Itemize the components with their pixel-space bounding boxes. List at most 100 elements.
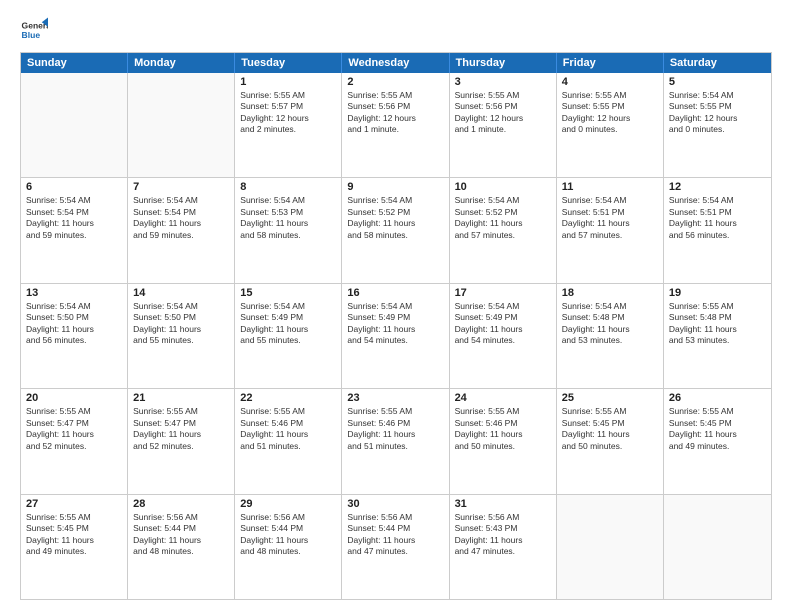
svg-text:Blue: Blue (22, 30, 41, 40)
header-day-wednesday: Wednesday (342, 53, 449, 73)
cal-cell: 22Sunrise: 5:55 AM Sunset: 5:46 PM Dayli… (235, 389, 342, 493)
day-number: 26 (669, 392, 766, 404)
day-number: 12 (669, 181, 766, 193)
cal-cell: 26 Sunrise: 5:55 AM Sunset: 5:45 PM Dayli… (664, 389, 771, 493)
page: General Blue SundayMondayTuesdayWednesda… (0, 0, 792, 612)
day-info: Sunrise: 5:55 AM Sunset: 5:57 PM Dayligh… (240, 90, 336, 136)
day-number: 4 (562, 76, 658, 88)
day-info: Sunrise: 5:55 AM Sunset: 5:45 PM Dayligh… (669, 406, 766, 452)
day-number: 5 (669, 76, 766, 88)
cal-cell: 10 Sunrise: 5:54 AM Sunset: 5:52 PM Dayli… (450, 178, 557, 282)
logo: General Blue (20, 16, 48, 44)
day-info: Sunrise: 5:54 AM Sunset: 5:52 PM Dayligh… (455, 195, 551, 241)
cal-cell: 2 Sunrise: 5:55 AM Sunset: 5:56 PM Daylig… (342, 73, 449, 177)
day-number: 3 (455, 76, 551, 88)
day-number: 19 (669, 287, 766, 299)
header-day-saturday: Saturday (664, 53, 771, 73)
week-row-0: 1 Sunrise: 5:55 AM Sunset: 5:57 PM Daylig… (21, 73, 771, 177)
day-number: 20 (26, 392, 122, 404)
day-info: Sunrise: 5:54 AM Sunset: 5:54 PM Dayligh… (133, 195, 229, 241)
day-number: 23 (347, 392, 443, 404)
day-info: Sunrise: 5:56 AM Sunset: 5:44 PM Dayligh… (347, 512, 443, 558)
day-number: 16 (347, 287, 443, 299)
day-info: Sunrise: 5:55 AM Sunset: 5:56 PM Dayligh… (347, 90, 443, 136)
day-number: 18 (562, 287, 658, 299)
header-day-thursday: Thursday (450, 53, 557, 73)
cal-cell: 5 Sunrise: 5:54 AM Sunset: 5:55 PM Daylig… (664, 73, 771, 177)
cal-cell: 4 Sunrise: 5:55 AM Sunset: 5:55 PM Daylig… (557, 73, 664, 177)
day-info: Sunrise: 5:55 AM Sunset: 5:48 PM Dayligh… (669, 301, 766, 347)
day-number: 10 (455, 181, 551, 193)
cal-cell: 28 Sunrise: 5:56 AM Sunset: 5:44 PM Dayli… (128, 495, 235, 599)
day-number: 17 (455, 287, 551, 299)
cal-cell: 8Sunrise: 5:54 AM Sunset: 5:53 PM Daylig… (235, 178, 342, 282)
day-info: Sunrise: 5:56 AM Sunset: 5:44 PM Dayligh… (240, 512, 336, 558)
day-number: 21 (133, 392, 229, 404)
cal-cell: 19 Sunrise: 5:55 AM Sunset: 5:48 PM Dayli… (664, 284, 771, 388)
cal-cell: 12 Sunrise: 5:54 AM Sunset: 5:51 PM Dayli… (664, 178, 771, 282)
day-number: 1 (240, 76, 336, 88)
day-info: Sunrise: 5:54 AM Sunset: 5:50 PM Dayligh… (26, 301, 122, 347)
cal-cell: 9Sunrise: 5:54 AM Sunset: 5:52 PM Daylig… (342, 178, 449, 282)
day-info: Sunrise: 5:55 AM Sunset: 5:46 PM Dayligh… (455, 406, 551, 452)
cal-cell: 7Sunrise: 5:54 AM Sunset: 5:54 PM Daylig… (128, 178, 235, 282)
cal-cell: 20 Sunrise: 5:55 AM Sunset: 5:47 PM Dayli… (21, 389, 128, 493)
day-info: Sunrise: 5:54 AM Sunset: 5:50 PM Dayligh… (133, 301, 229, 347)
day-info: Sunrise: 5:55 AM Sunset: 5:46 PM Dayligh… (240, 406, 336, 452)
day-number: 11 (562, 181, 658, 193)
cal-cell: 30Sunrise: 5:56 AM Sunset: 5:44 PM Dayli… (342, 495, 449, 599)
cal-cell: 3Sunrise: 5:55 AM Sunset: 5:56 PM Daylig… (450, 73, 557, 177)
header-day-monday: Monday (128, 53, 235, 73)
header-day-sunday: Sunday (21, 53, 128, 73)
header-day-tuesday: Tuesday (235, 53, 342, 73)
day-info: Sunrise: 5:54 AM Sunset: 5:51 PM Dayligh… (669, 195, 766, 241)
header-day-friday: Friday (557, 53, 664, 73)
day-info: Sunrise: 5:54 AM Sunset: 5:54 PM Dayligh… (26, 195, 122, 241)
day-number: 14 (133, 287, 229, 299)
cal-cell: 17 Sunrise: 5:54 AM Sunset: 5:49 PM Dayli… (450, 284, 557, 388)
day-info: Sunrise: 5:54 AM Sunset: 5:48 PM Dayligh… (562, 301, 658, 347)
day-number: 27 (26, 498, 122, 510)
cal-cell: 21 Sunrise: 5:55 AM Sunset: 5:47 PM Dayli… (128, 389, 235, 493)
day-info: Sunrise: 5:55 AM Sunset: 5:47 PM Dayligh… (133, 406, 229, 452)
cal-cell: 29Sunrise: 5:56 AM Sunset: 5:44 PM Dayli… (235, 495, 342, 599)
cal-cell (664, 495, 771, 599)
cal-cell: 6 Sunrise: 5:54 AM Sunset: 5:54 PM Daylig… (21, 178, 128, 282)
day-info: Sunrise: 5:54 AM Sunset: 5:49 PM Dayligh… (347, 301, 443, 347)
day-info: Sunrise: 5:55 AM Sunset: 5:47 PM Dayligh… (26, 406, 122, 452)
day-number: 2 (347, 76, 443, 88)
calendar-header: SundayMondayTuesdayWednesdayThursdayFrid… (21, 53, 771, 73)
day-number: 24 (455, 392, 551, 404)
day-info: Sunrise: 5:56 AM Sunset: 5:44 PM Dayligh… (133, 512, 229, 558)
day-number: 15 (240, 287, 336, 299)
day-info: Sunrise: 5:55 AM Sunset: 5:46 PM Dayligh… (347, 406, 443, 452)
day-number: 31 (455, 498, 551, 510)
day-number: 25 (562, 392, 658, 404)
cal-cell: 18 Sunrise: 5:54 AM Sunset: 5:48 PM Dayli… (557, 284, 664, 388)
cal-cell: 14 Sunrise: 5:54 AM Sunset: 5:50 PM Dayli… (128, 284, 235, 388)
cal-cell: 27Sunrise: 5:55 AM Sunset: 5:45 PM Dayli… (21, 495, 128, 599)
cal-cell (557, 495, 664, 599)
week-row-4: 27Sunrise: 5:55 AM Sunset: 5:45 PM Dayli… (21, 494, 771, 599)
week-row-3: 20 Sunrise: 5:55 AM Sunset: 5:47 PM Dayli… (21, 388, 771, 493)
cal-cell: 23 Sunrise: 5:55 AM Sunset: 5:46 PM Dayli… (342, 389, 449, 493)
cal-cell: 13Sunrise: 5:54 AM Sunset: 5:50 PM Dayli… (21, 284, 128, 388)
day-info: Sunrise: 5:54 AM Sunset: 5:53 PM Dayligh… (240, 195, 336, 241)
day-info: Sunrise: 5:54 AM Sunset: 5:51 PM Dayligh… (562, 195, 658, 241)
header: General Blue (20, 16, 772, 44)
calendar: SundayMondayTuesdayWednesdayThursdayFrid… (20, 52, 772, 600)
cal-cell: 25Sunrise: 5:55 AM Sunset: 5:45 PM Dayli… (557, 389, 664, 493)
day-info: Sunrise: 5:54 AM Sunset: 5:52 PM Dayligh… (347, 195, 443, 241)
week-row-2: 13Sunrise: 5:54 AM Sunset: 5:50 PM Dayli… (21, 283, 771, 388)
cal-cell (128, 73, 235, 177)
day-number: 28 (133, 498, 229, 510)
cal-cell: 24 Sunrise: 5:55 AM Sunset: 5:46 PM Dayli… (450, 389, 557, 493)
week-row-1: 6 Sunrise: 5:54 AM Sunset: 5:54 PM Daylig… (21, 177, 771, 282)
day-info: Sunrise: 5:54 AM Sunset: 5:49 PM Dayligh… (455, 301, 551, 347)
day-info: Sunrise: 5:54 AM Sunset: 5:55 PM Dayligh… (669, 90, 766, 136)
day-number: 6 (26, 181, 122, 193)
cal-cell: 11 Sunrise: 5:54 AM Sunset: 5:51 PM Dayli… (557, 178, 664, 282)
cal-cell: 16 Sunrise: 5:54 AM Sunset: 5:49 PM Dayli… (342, 284, 449, 388)
cal-cell (21, 73, 128, 177)
day-info: Sunrise: 5:55 AM Sunset: 5:55 PM Dayligh… (562, 90, 658, 136)
